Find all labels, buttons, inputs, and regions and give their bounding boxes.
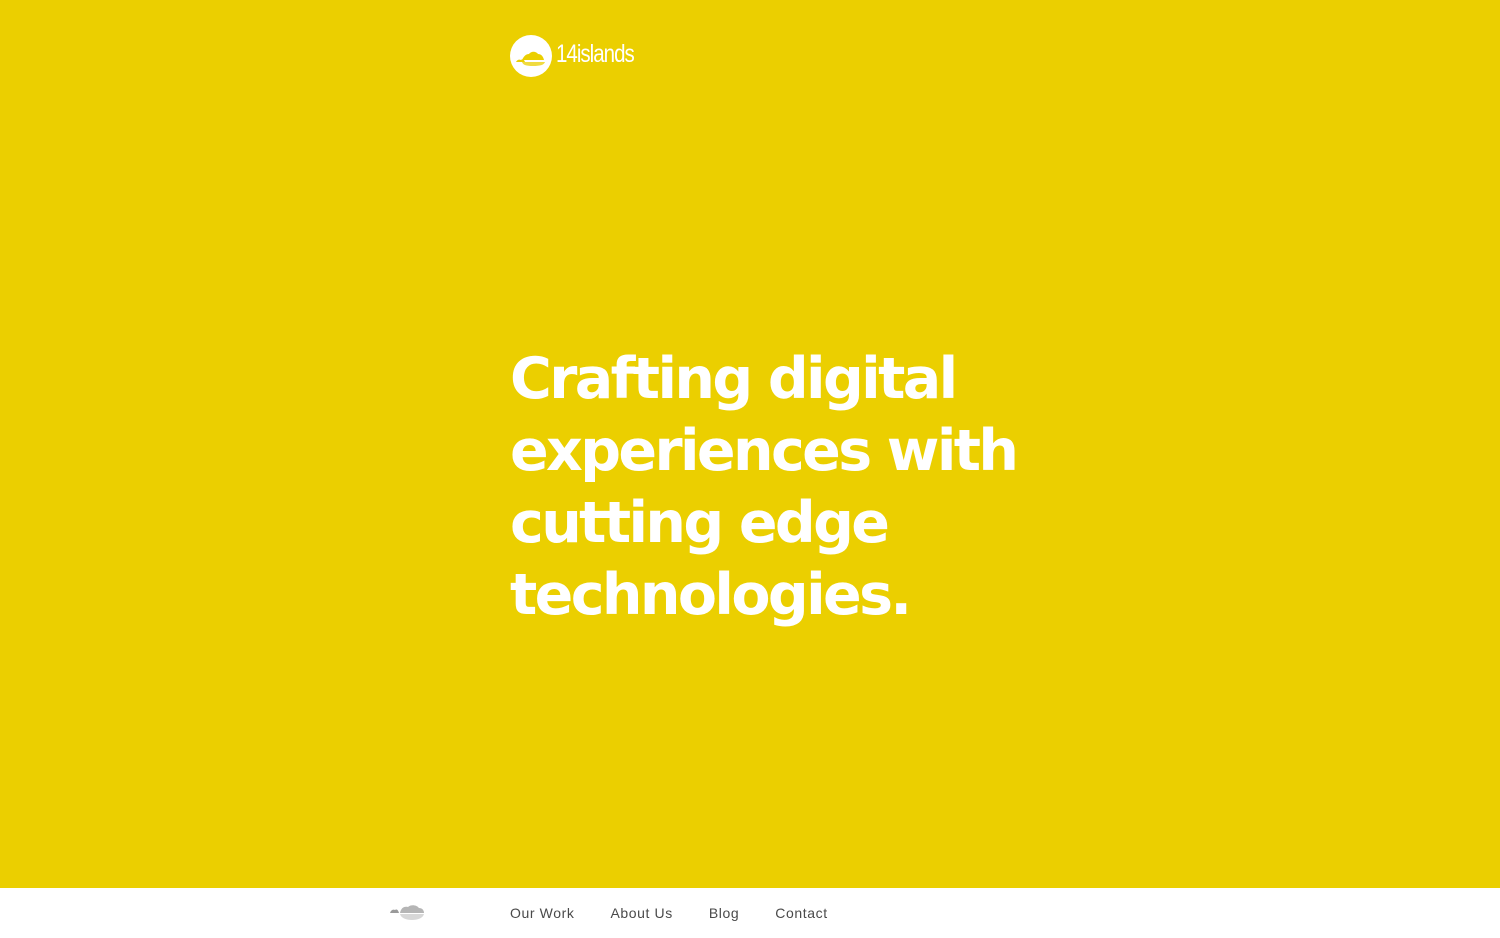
footer-bar: Our Work About Us Blog Contact [0, 888, 1500, 938]
island-logo-icon [510, 35, 552, 77]
footer-nav: Our Work About Us Blog Contact [510, 888, 864, 938]
hero-headline: Crafting digital experiences with cuttin… [510, 346, 1019, 628]
nav-our-work[interactable]: Our Work [510, 905, 574, 921]
nav-about-us[interactable]: About Us [610, 905, 672, 921]
nav-blog[interactable]: Blog [709, 905, 739, 921]
home-logo-link[interactable]: 14islands [510, 35, 651, 77]
logo-wordmark: 14islands [556, 39, 635, 68]
nav-contact[interactable]: Contact [775, 905, 827, 921]
island-cloud-icon [390, 905, 424, 920]
hero-section: 14islands Crafting digital experiences w… [0, 0, 1500, 888]
